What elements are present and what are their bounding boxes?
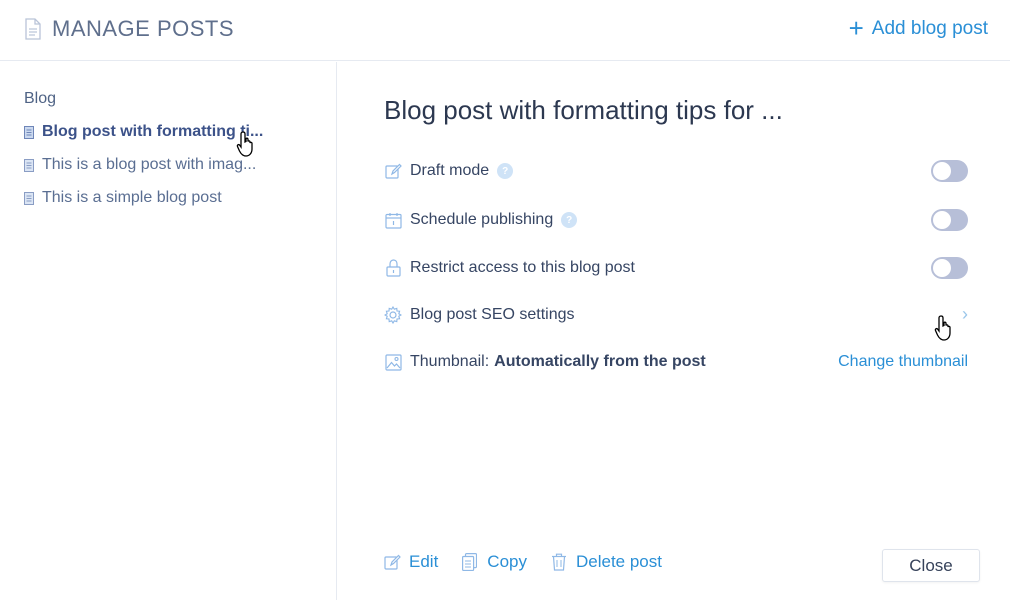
trash-icon (551, 553, 568, 571)
chevron-right-icon[interactable]: › (962, 304, 968, 325)
sidebar-item-label: Blog post with formatting ti... (42, 123, 264, 140)
copy-label: Copy (487, 552, 527, 571)
thumbnail-value: Automatically from the post (494, 353, 706, 370)
footer-actions: Edit Copy Delete post (384, 552, 686, 572)
title-wrap: MANAGE POSTS (24, 16, 234, 42)
sidebar-item-label: This is a blog post with imag... (42, 156, 257, 173)
header: MANAGE POSTS + Add blog post (0, 0, 1010, 61)
restrict-access-label: Restrict access to this blog post (410, 259, 635, 276)
close-button[interactable]: Close (882, 549, 980, 582)
pencil-icon (384, 162, 402, 180)
page-icon (24, 191, 34, 205)
help-icon[interactable]: ? (561, 212, 578, 228)
toggle-knob (933, 162, 951, 180)
hand-cursor-icon (934, 315, 951, 341)
pencil-icon (384, 553, 401, 571)
restrict-access-toggle[interactable] (931, 257, 968, 279)
sidebar-section-blog[interactable]: Blog (24, 90, 56, 108)
toggle-knob (933, 211, 951, 229)
add-blog-post-button[interactable]: + Add blog post (848, 13, 988, 43)
hand-cursor-icon (236, 131, 253, 157)
sidebar: Blog Blog post with formatting ti... Thi… (0, 62, 337, 600)
sidebar-item-label: This is a simple blog post (42, 189, 222, 206)
page-title: MANAGE POSTS (52, 16, 235, 41)
copy-icon (462, 553, 479, 571)
schedule-publishing-label: Schedule publishing (410, 211, 554, 228)
delete-post-button[interactable]: Delete post (551, 552, 662, 572)
thumbnail-label: Thumbnail: (410, 353, 490, 370)
main-panel: Blog post with formatting tips for ... D… (338, 62, 1010, 600)
copy-button[interactable]: Copy (462, 552, 527, 572)
help-icon[interactable]: ? (497, 163, 514, 179)
delete-post-label: Delete post (575, 552, 662, 571)
setting-schedule-publishing: Schedule publishing ? (384, 205, 968, 235)
sidebar-item-post-1[interactable]: Blog post with formatting ti... (24, 123, 263, 141)
plus-icon: + (848, 13, 864, 43)
edit-button[interactable]: Edit (384, 552, 438, 572)
lock-icon (384, 259, 402, 277)
draft-mode-toggle[interactable] (931, 160, 968, 182)
seo-settings-label: Blog post SEO settings (410, 306, 575, 323)
setting-restrict-access: Restrict access to this blog post (384, 253, 968, 283)
setting-seo[interactable]: Blog post SEO settings › (384, 300, 968, 330)
change-thumbnail-link[interactable]: Change thumbnail (838, 353, 968, 371)
toggle-knob (933, 259, 951, 277)
sidebar-item-post-3[interactable]: This is a simple blog post (24, 189, 222, 207)
edit-label: Edit (409, 552, 439, 571)
document-icon (25, 18, 41, 40)
schedule-publishing-toggle[interactable] (931, 209, 968, 231)
calendar-icon (384, 211, 402, 229)
setting-thumbnail: Thumbnail: Automatically from the post C… (384, 347, 968, 377)
draft-mode-label: Draft mode (410, 162, 490, 179)
sidebar-item-post-2[interactable]: This is a blog post with imag... (24, 156, 256, 174)
setting-draft-mode: Draft mode ? (384, 156, 968, 186)
post-title: Blog post with formatting tips for ... (384, 95, 783, 125)
add-blog-post-label: Add blog post (871, 18, 988, 39)
gear-icon (384, 306, 402, 324)
page-icon (24, 158, 34, 172)
page-icon (24, 125, 34, 139)
image-icon (384, 353, 402, 371)
